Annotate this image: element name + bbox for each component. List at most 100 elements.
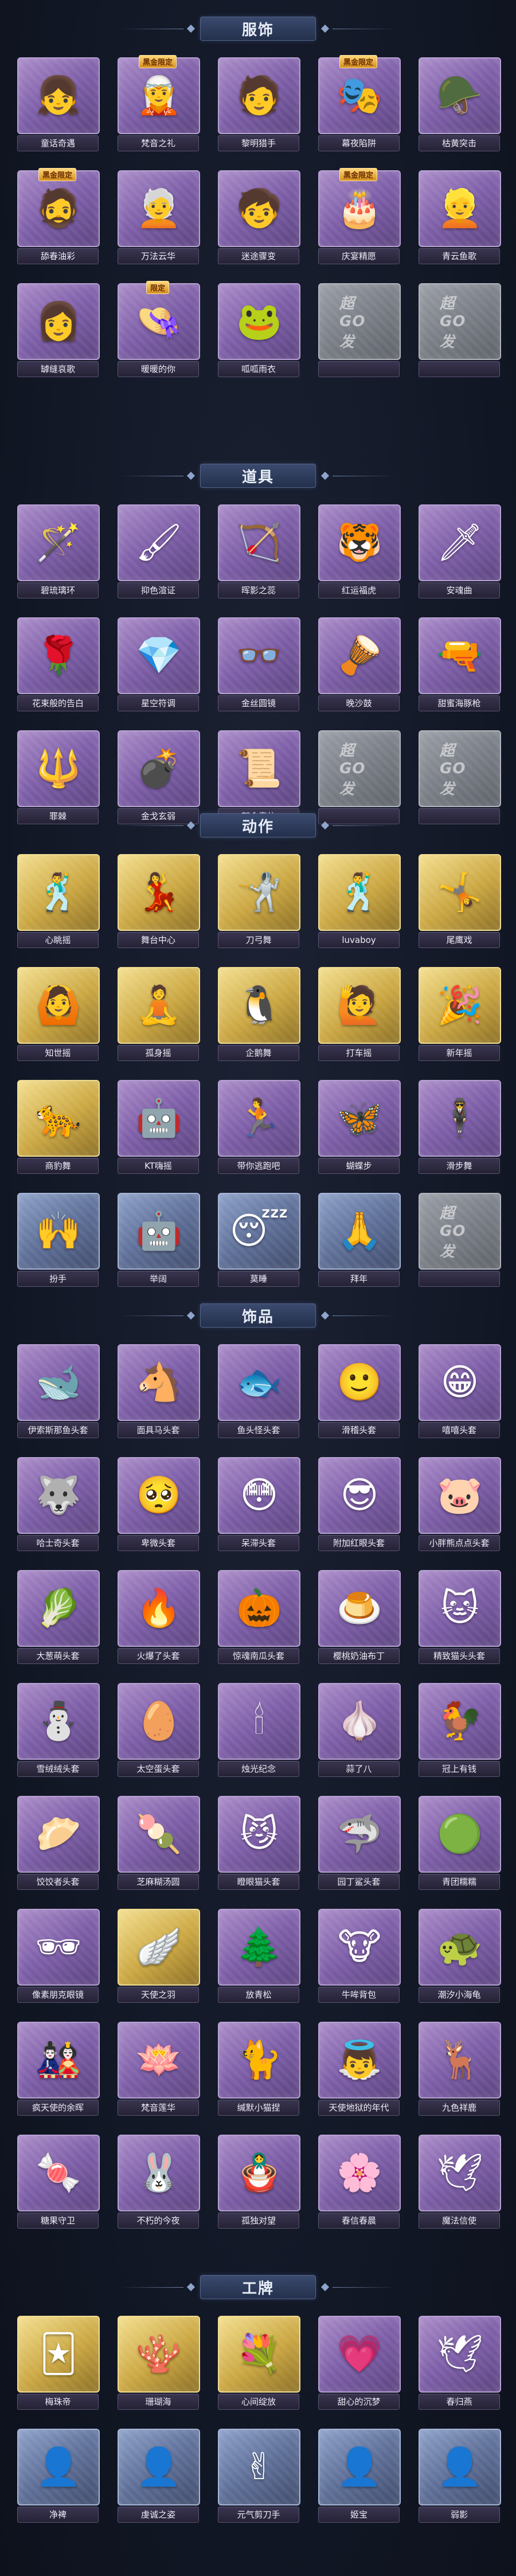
item-frame[interactable]: 💗	[318, 2316, 401, 2393]
item-card[interactable]: 🥟 饺饺者头套	[17, 1796, 100, 1890]
item-frame[interactable]: 🧒	[218, 170, 300, 247]
item-card[interactable]: 超GO发	[419, 283, 501, 378]
item-card[interactable]: 🐟 鱼头怪头套	[218, 1344, 300, 1439]
item-frame[interactable]: 👤	[118, 2429, 200, 2505]
item-frame[interactable]: 🐯	[318, 504, 401, 581]
item-frame[interactable]: 🙌	[17, 1193, 100, 1270]
item-card[interactable]: 🐴 面具马头套	[118, 1344, 200, 1439]
item-card[interactable]: 🪘 晚沙鼓	[318, 617, 401, 712]
item-frame[interactable]: 🎉	[419, 967, 501, 1044]
item-frame[interactable]: 🥚	[118, 1683, 200, 1760]
item-frame[interactable]: 😳	[218, 1457, 300, 1534]
item-card[interactable]: 🔫 甜蜜海豚枪	[419, 617, 501, 712]
item-frame[interactable]: 🔱	[17, 730, 100, 807]
item-frame[interactable]: 🏹	[218, 504, 300, 581]
item-card[interactable]: 😁 嘻嘻头套	[419, 1344, 501, 1439]
item-card[interactable]: 🦌 九色祥鹿	[419, 2022, 501, 2116]
item-frame[interactable]: 😁	[419, 1344, 501, 1421]
item-card[interactable]: 👤 姬宝	[318, 2429, 401, 2523]
item-card[interactable]: 🕴 滑步舞	[419, 1080, 501, 1175]
item-frame[interactable]: 🌹	[17, 617, 100, 694]
item-frame[interactable]: 👼	[318, 2022, 401, 2099]
item-frame[interactable]: 🙆	[17, 967, 100, 1044]
item-frame[interactable]: 🕺	[318, 854, 401, 931]
item-frame[interactable]: 🪆	[218, 2135, 300, 2211]
item-card[interactable]: 💐 心间绽放	[218, 2316, 300, 2410]
item-card[interactable]: 👤 弱影	[419, 2429, 501, 2523]
item-frame[interactable]: 😼	[218, 1796, 300, 1873]
item-frame[interactable]: 🙋	[318, 967, 401, 1044]
item-frame[interactable]: 🎃	[218, 1570, 300, 1647]
item-card[interactable]: 🏹 晖影之蕊	[218, 504, 300, 599]
item-frame[interactable]: 超GO发	[419, 730, 501, 807]
item-card[interactable]: 🥬 大葱萌头套	[17, 1570, 100, 1665]
item-card[interactable]: 🪷 梵音莲华	[118, 2022, 200, 2116]
item-frame[interactable]: 💣	[118, 730, 200, 807]
item-card[interactable]: 🎭 黑金限定 幕夜陷阱	[318, 55, 401, 152]
item-card[interactable]: 🐢 潮汐小海龟	[419, 1909, 501, 2003]
item-card[interactable]: 🐯 红运福虎	[318, 504, 401, 599]
item-card[interactable]: 🙏 拜年	[318, 1193, 401, 1287]
item-card[interactable]: 🐆 商豹舞	[17, 1080, 100, 1175]
item-frame[interactable]: 🥺	[118, 1457, 200, 1534]
item-card[interactable]: 🕊 魔法信使	[419, 2135, 501, 2229]
item-card[interactable]: 🙋 打车摇	[318, 967, 401, 1062]
item-frame[interactable]: 🦌	[419, 2022, 501, 2099]
item-card[interactable]: 😳 呆滞头套	[218, 1457, 300, 1552]
item-frame[interactable]: 🐰	[118, 2135, 200, 2211]
item-frame[interactable]: ✌	[218, 2429, 300, 2505]
item-frame[interactable]: 🐸	[218, 283, 300, 360]
item-card[interactable]: 🧄 蒜了八	[318, 1683, 401, 1778]
item-frame[interactable]: 👧	[17, 57, 100, 134]
item-card[interactable]: 💗 甜心的沉梦	[318, 2316, 401, 2410]
item-frame[interactable]: 🕊	[419, 2316, 501, 2393]
item-card[interactable]: 🐓 冠上有钱	[419, 1683, 501, 1778]
item-card[interactable]: 🤺 刀弓舞	[218, 854, 300, 949]
item-card[interactable]: 👧 童话奇遇	[17, 57, 100, 152]
item-frame[interactable]: 超GO发	[318, 730, 401, 807]
item-card[interactable]: 🥺 卑微头套	[118, 1457, 200, 1552]
item-frame[interactable]: 💃	[118, 854, 200, 931]
item-card[interactable]: 超GO发	[419, 1193, 501, 1287]
item-card[interactable]: ✌ 元气剪刀手	[218, 2429, 300, 2523]
item-card[interactable]: 👤 虔诚之姿	[118, 2429, 200, 2523]
item-card[interactable]: 🪄 碧琉璃环	[17, 504, 100, 599]
item-frame[interactable]: 🖌	[118, 504, 200, 581]
item-card[interactable]: 🪽 天使之羽	[118, 1909, 200, 2003]
item-card[interactable]: 🪸 珊瑚海	[118, 2316, 200, 2410]
item-card[interactable]: 🖌 抑色渲证	[118, 504, 200, 599]
item-frame[interactable]: 🍮	[318, 1570, 401, 1647]
item-frame[interactable]: 🧄	[318, 1683, 401, 1760]
item-card[interactable]: 👤 净裨	[17, 2429, 100, 2523]
item-card[interactable]: 😴 莫睡	[218, 1193, 300, 1287]
item-frame[interactable]: 🍡	[118, 1796, 200, 1873]
item-frame[interactable]: 🤺	[218, 854, 300, 931]
item-frame[interactable]: 🪽	[118, 1909, 200, 1986]
item-card[interactable]: 🧑‍🦳 万法云华	[118, 170, 200, 265]
item-frame[interactable]: 🤖	[118, 1193, 200, 1270]
item-card[interactable]: 🔥 火爆了头套	[118, 1570, 200, 1665]
item-card[interactable]: 💃 舞台中心	[118, 854, 200, 949]
item-frame[interactable]: 👩	[17, 283, 100, 360]
item-frame[interactable]: 🐓	[419, 1683, 501, 1760]
item-frame[interactable]: 🎭	[318, 57, 401, 134]
item-card[interactable]: 🎂 黑金限定 庆宴精愿	[318, 168, 401, 265]
item-frame[interactable]: 🌸	[318, 2135, 401, 2211]
item-card[interactable]: 🙂 滑稽头套	[318, 1344, 401, 1439]
item-frame[interactable]: 🐮	[318, 1909, 401, 1986]
item-frame[interactable]: 🧔	[17, 170, 100, 247]
item-frame[interactable]: 🧑‍🦳	[118, 170, 200, 247]
item-frame[interactable]: 🃏	[17, 2316, 100, 2393]
item-frame[interactable]: 👱	[419, 170, 501, 247]
item-card[interactable]: 😼 瞪眼猫头套	[218, 1796, 300, 1890]
item-frame[interactable]: 👒	[118, 283, 200, 360]
item-frame[interactable]: 🧝	[118, 57, 200, 134]
item-frame[interactable]: 🪄	[17, 504, 100, 581]
item-card[interactable]: 🧘 孤身摇	[118, 967, 200, 1062]
item-frame[interactable]: 🏃	[218, 1080, 300, 1157]
item-card[interactable]: 🎎 疯天使的余晖	[17, 2022, 100, 2116]
item-card[interactable]: 🐮 牛哞背包	[318, 1909, 401, 2003]
item-card[interactable]: 🏃 带你逃跑吧	[218, 1080, 300, 1175]
item-frame[interactable]: 🐺	[17, 1457, 100, 1534]
item-frame[interactable]: 🙂	[318, 1344, 401, 1421]
